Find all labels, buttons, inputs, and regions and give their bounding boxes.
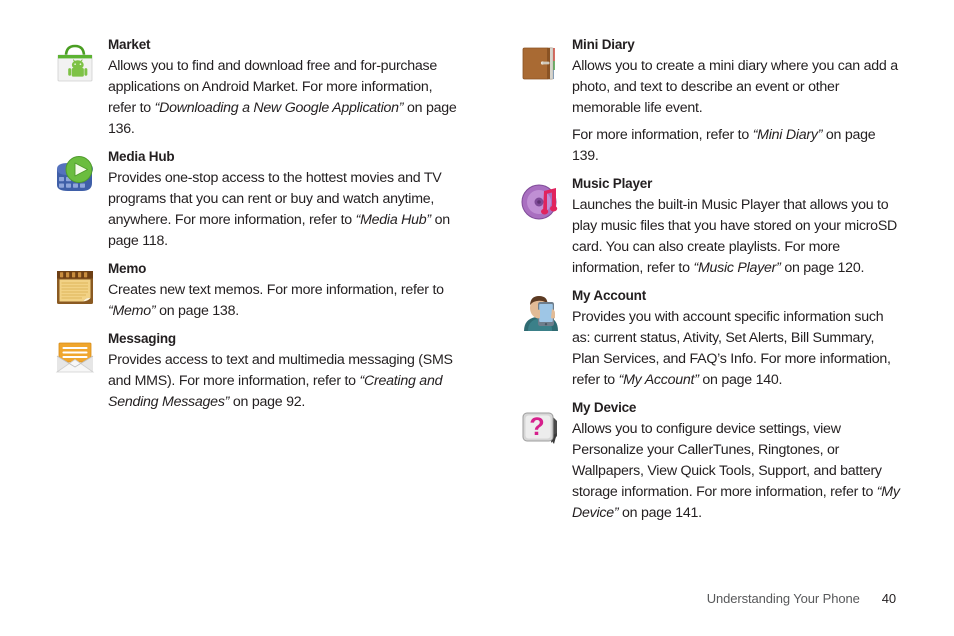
app-entry-title: Mini Diary bbox=[572, 37, 635, 52]
description-text: on page 138. bbox=[155, 303, 239, 319]
app-entry-title: Memo bbox=[108, 261, 147, 276]
app-entry: Mini Diary Allows you to create a mini di… bbox=[518, 36, 900, 167]
app-entry-body: Memo Creates new text memos. For more inf… bbox=[108, 260, 458, 322]
app-entry-description: Allows you to create a mini diary where … bbox=[572, 56, 900, 119]
description-text: Allows you to configure device settings,… bbox=[572, 421, 882, 500]
cross-reference-title: “Mini Diary” bbox=[752, 127, 823, 143]
app-entry-description: Allows you to find and download free and… bbox=[108, 56, 458, 140]
messaging-envelope-icon bbox=[52, 334, 98, 380]
app-entry-title: Market bbox=[108, 37, 151, 52]
app-entry-title: Music Player bbox=[572, 176, 653, 191]
app-entry-body: Media Hub Provides one-stop access to the… bbox=[108, 148, 458, 252]
app-entry-title: My Device bbox=[572, 400, 637, 415]
description-text: on page 141. bbox=[618, 505, 702, 521]
left-column: Market Allows you to find and download fr… bbox=[0, 36, 470, 532]
app-entry: Memo Creates new text memos. For more inf… bbox=[52, 260, 458, 322]
app-entry: Music Player Launches the built-in Music … bbox=[518, 175, 900, 279]
cross-reference-title: “My Account” bbox=[618, 372, 699, 388]
app-entry-description: For more information, refer to “Mini Dia… bbox=[572, 125, 900, 167]
cross-reference-title: “Downloading a New Google Application” bbox=[154, 100, 404, 116]
app-entry-body: Music Player Launches the built-in Music … bbox=[572, 175, 900, 279]
description-text: Allows you to create a mini diary where … bbox=[572, 58, 898, 116]
description-text: For more information, refer to bbox=[572, 127, 753, 143]
app-entry-title: My Account bbox=[572, 288, 647, 303]
app-entry-description: Provides access to text and multimedia m… bbox=[108, 350, 458, 413]
my-account-person-phone-icon bbox=[518, 291, 564, 337]
app-entry: Market Allows you to find and download fr… bbox=[52, 36, 458, 140]
svg-text:?: ? bbox=[529, 413, 544, 441]
cross-reference-title: “Media Hub” bbox=[355, 212, 432, 228]
app-entry-description: Provides you with account specific infor… bbox=[572, 307, 900, 391]
android-market-bag-icon bbox=[52, 40, 98, 86]
app-entry-description: Creates new text memos. For more informa… bbox=[108, 280, 458, 322]
app-entry-body: My Device Allows you to configure device … bbox=[572, 399, 900, 524]
manual-page: Market Allows you to find and download fr… bbox=[0, 0, 954, 636]
app-entry-description: Allows you to configure device settings,… bbox=[572, 419, 900, 524]
app-entry-body: Market Allows you to find and download fr… bbox=[108, 36, 458, 140]
memo-notepad-icon bbox=[52, 264, 98, 310]
app-entry-title: Media Hub bbox=[108, 149, 175, 164]
app-entry: ? My Device Allows you to configure devic… bbox=[518, 399, 900, 524]
cross-reference-title: “Music Player” bbox=[693, 260, 781, 276]
description-text: on page 92. bbox=[229, 394, 306, 410]
page-footer: Understanding Your Phone 40 bbox=[0, 591, 954, 606]
cross-reference-title: “Memo” bbox=[108, 303, 156, 319]
mini-diary-book-icon bbox=[518, 40, 564, 86]
app-entry-title: Messaging bbox=[108, 331, 176, 346]
app-entry-body: Messaging Provides access to text and mul… bbox=[108, 330, 458, 413]
footer-chapter-name: Understanding Your Phone bbox=[706, 591, 860, 606]
right-column: Mini Diary Allows you to create a mini di… bbox=[470, 36, 940, 532]
app-entry-description: Provides one-stop access to the hottest … bbox=[108, 168, 458, 252]
app-entry: Media Hub Provides one-stop access to the… bbox=[52, 148, 458, 252]
music-player-cd-note-icon bbox=[518, 179, 564, 225]
app-entry-description: Launches the built-in Music Player that … bbox=[572, 195, 900, 279]
my-device-question-mark-icon: ? bbox=[518, 403, 564, 449]
two-column-layout: Market Allows you to find and download fr… bbox=[0, 36, 954, 532]
media-hub-filmstrip-play-icon bbox=[52, 152, 98, 198]
description-text: on page 120. bbox=[780, 260, 865, 276]
footer-page-number: 40 bbox=[881, 591, 896, 606]
app-entry-body: Mini Diary Allows you to create a mini di… bbox=[572, 36, 900, 167]
app-entry-body: My Account Provides you with account spec… bbox=[572, 287, 900, 391]
app-entry: Messaging Provides access to text and mul… bbox=[52, 330, 458, 413]
description-text: Creates new text memos. For more informa… bbox=[108, 282, 444, 298]
description-text: on page 140. bbox=[698, 372, 783, 388]
app-entry: My Account Provides you with account spec… bbox=[518, 287, 900, 391]
